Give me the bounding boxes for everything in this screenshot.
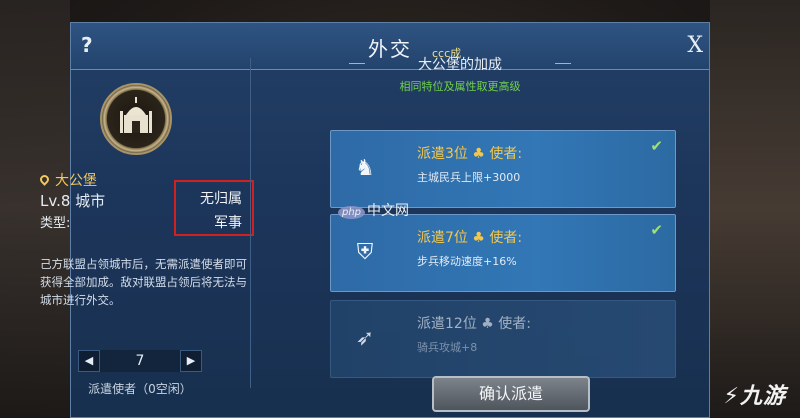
city-name: 大公堡 — [38, 170, 97, 190]
tier-title: 派遣12位 ♣ 使者: — [417, 316, 531, 332]
envoy-stepper: ◀ 7 ▶ — [70, 350, 210, 372]
city-description: 己方联盟占领城市后，无需派遣使者即可获得全部加成。敌对联盟占领后将无法与城市进行… — [40, 257, 247, 307]
city-type-label: 类型: — [40, 216, 71, 231]
city-emblem-icon — [100, 83, 172, 155]
archer-icon: ➶ — [355, 326, 375, 351]
php-badge: php — [338, 206, 366, 219]
brand-text: 九游 — [739, 384, 786, 409]
bonus-tier-card[interactable]: ⛨ 派遣7位 ♣ 使者: 步兵移动速度+16% ✔ — [330, 214, 676, 292]
bonus-tier-card[interactable]: ♞ 派遣3位 ♣ 使者: 主城民兵上限+3000 ✔ — [330, 130, 676, 208]
faction-highlight-box: 无归属 军事 — [174, 180, 254, 236]
decrease-button[interactable]: ◀ — [78, 350, 100, 372]
brand-watermark: ⚡九游 — [723, 384, 786, 409]
column-divider — [250, 58, 251, 388]
city-name-text: 大公堡 — [55, 173, 97, 189]
game-background-right — [710, 0, 800, 418]
tier-effect: 骑兵攻城+8 — [417, 341, 478, 354]
php-site-text: 中文网 — [367, 203, 410, 219]
envoy-count: 7 — [100, 350, 180, 372]
city-level: Lv.8 城市 — [40, 192, 106, 210]
faction-status: 无归属 — [200, 191, 242, 207]
bonus-tier-card[interactable]: ➶ 派遣12位 ♣ 使者: 骑兵攻城+8 — [330, 300, 676, 378]
infantry-icon: ⛨ — [356, 240, 374, 265]
faction-type: 军事 — [214, 215, 242, 231]
close-button[interactable]: X — [687, 33, 703, 58]
tier-effect: 主城民兵上限+3000 — [417, 171, 521, 184]
tier-title: 派遣3位 ♣ 使者: — [417, 146, 523, 162]
cavalry-icon: ♞ — [355, 156, 375, 181]
confirm-dispatch-button[interactable]: 确认派遣 — [432, 376, 590, 412]
check-icon: ✔ — [650, 137, 663, 155]
increase-button[interactable]: ▶ — [180, 350, 202, 372]
bonus-title: 大公堡的加成 — [349, 54, 571, 74]
check-icon: ✔ — [650, 221, 663, 239]
envoy-available-label: 派遣使者（0空闲） — [88, 382, 192, 396]
bonus-subtitle: 相同特位及属性取更高级 — [399, 80, 521, 93]
tier-title: 派遣7位 ♣ 使者: — [417, 230, 523, 246]
php-watermark: php 中文网 — [338, 200, 409, 220]
tier-effect: 步兵移动速度+16% — [417, 255, 517, 268]
location-pin-icon — [38, 173, 51, 186]
